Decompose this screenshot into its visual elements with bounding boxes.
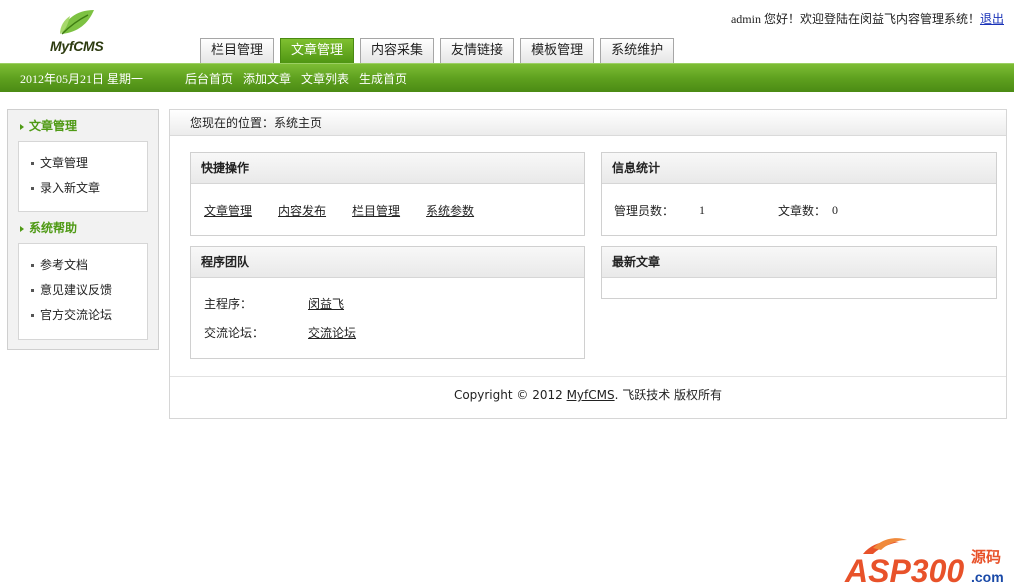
admin-count-label: 管理员数： bbox=[614, 204, 675, 218]
sidebar-section-title-help[interactable]: 系统帮助 bbox=[20, 219, 77, 236]
sidebar-item-article-management[interactable]: 文章管理 bbox=[19, 151, 147, 176]
sidebar-section-title-articles[interactable]: 文章管理 bbox=[20, 117, 77, 134]
watermark-sub: 源码 bbox=[971, 548, 1001, 566]
nav-link-article-list[interactable]: 文章列表 bbox=[301, 70, 349, 87]
panel-title: 最新文章 bbox=[602, 247, 996, 278]
tab-content-collection[interactable]: 内容采集 bbox=[360, 38, 435, 64]
sidebar-item-docs[interactable]: 参考文档 bbox=[19, 253, 147, 278]
sidebar-item-feedback[interactable]: 意见建议反馈 bbox=[19, 278, 147, 303]
current-date: 2012年05月21日 星期一 bbox=[20, 72, 144, 86]
panel-title: 快捷操作 bbox=[191, 153, 584, 184]
panel-title: 信息统计 bbox=[602, 153, 996, 184]
tab-column-management[interactable]: 栏目管理 bbox=[200, 38, 275, 64]
forum-link[interactable]: 交流论坛 bbox=[308, 324, 356, 341]
navbar-links: 后台首页 添加文章 文章列表 生成首页 bbox=[185, 70, 407, 87]
breadcrumb: 您现在的位置：系统主页 bbox=[170, 110, 1006, 136]
logo-brand: MyfCMS bbox=[50, 38, 104, 54]
welcome-bar: admin 您好！欢迎登陆在闵益飞内容管理系统！退出 bbox=[731, 10, 1004, 27]
forum-label: 交流论坛： bbox=[204, 326, 265, 340]
nav-link-add-article[interactable]: 添加文章 bbox=[243, 70, 291, 87]
bullet-icon bbox=[31, 264, 34, 267]
brand-link[interactable]: MyfCMS bbox=[567, 388, 615, 402]
green-navbar: 2012年05月21日 星期一 后台首页 添加文章 文章列表 生成首页 bbox=[0, 63, 1014, 92]
sidebar-item-forum[interactable]: 官方交流论坛 bbox=[19, 303, 147, 328]
logout-link[interactable]: 退出 bbox=[980, 12, 1004, 26]
article-count-label: 文章数： bbox=[778, 204, 827, 218]
main-content: 您现在的位置：系统主页 快捷操作 文章管理 内容发布 栏目管理 系统参数 信息统… bbox=[169, 109, 1007, 419]
sidebar-box-help: 参考文档 意见建议反馈 官方交流论坛 bbox=[18, 243, 148, 340]
quick-link-article-management[interactable]: 文章管理 bbox=[204, 202, 252, 219]
panel-stats: 信息统计 管理员数： 1 文章数： 0 bbox=[601, 152, 997, 236]
sidebar-box-articles: 文章管理 录入新文章 bbox=[18, 141, 148, 212]
welcome-text: admin 您好！欢迎登陆在闵益飞内容管理系统！ bbox=[730, 12, 980, 26]
quick-link-content-publish[interactable]: 内容发布 bbox=[278, 202, 326, 219]
nav-link-generate-home[interactable]: 生成首页 bbox=[359, 70, 407, 87]
copyright: Copyright © 2012 MyfCMS. 飞跃技术 版权所有 bbox=[453, 388, 723, 402]
bullet-icon bbox=[31, 187, 34, 190]
quick-links: 文章管理 内容发布 栏目管理 系统参数 bbox=[204, 202, 474, 219]
triangle-icon bbox=[20, 123, 24, 130]
bullet-icon bbox=[31, 289, 34, 292]
panel-quick-ops: 快捷操作 文章管理 内容发布 栏目管理 系统参数 bbox=[190, 152, 585, 236]
triangle-icon bbox=[20, 225, 24, 232]
asp300-watermark-logo: ASP300 源码 .com bbox=[844, 538, 1004, 586]
programmer-label: 主程序： bbox=[204, 297, 253, 311]
divider bbox=[170, 376, 1006, 377]
tab-friend-links[interactable]: 友情链接 bbox=[440, 38, 515, 64]
tab-template-management[interactable]: 模板管理 bbox=[520, 38, 595, 64]
panel-team: 程序团队 主程序： 闵益飞 交流论坛： 交流论坛 bbox=[190, 246, 585, 359]
logo: MyfCMS bbox=[44, 8, 114, 58]
watermark-text: ASP300 bbox=[844, 553, 964, 586]
leaf-logo-icon bbox=[60, 10, 94, 35]
article-count-value: 0 bbox=[832, 203, 838, 217]
tab-article-management[interactable]: 文章管理 bbox=[280, 38, 355, 64]
nav-link-admin-home[interactable]: 后台首页 bbox=[185, 70, 233, 87]
watermark-domain: .com bbox=[971, 569, 1004, 585]
sidebar-item-new-article[interactable]: 录入新文章 bbox=[19, 176, 147, 201]
programmer-link[interactable]: 闵益飞 bbox=[308, 295, 344, 312]
panel-latest-articles: 最新文章 bbox=[601, 246, 997, 299]
tab-system-maintenance[interactable]: 系统维护 bbox=[600, 38, 675, 64]
main-tabs: 栏目管理 文章管理 内容采集 友情链接 模板管理 系统维护 bbox=[200, 38, 675, 64]
quick-link-column-management[interactable]: 栏目管理 bbox=[352, 202, 400, 219]
panel-title: 程序团队 bbox=[191, 247, 584, 278]
admin-count-value: 1 bbox=[699, 203, 705, 217]
bullet-icon bbox=[31, 314, 34, 317]
bullet-icon bbox=[31, 162, 34, 165]
quick-link-system-params[interactable]: 系统参数 bbox=[426, 202, 474, 219]
sidebar: 文章管理 文章管理 录入新文章 系统帮助 参考文档 意见建议反馈 官方交流论坛 bbox=[7, 109, 159, 350]
